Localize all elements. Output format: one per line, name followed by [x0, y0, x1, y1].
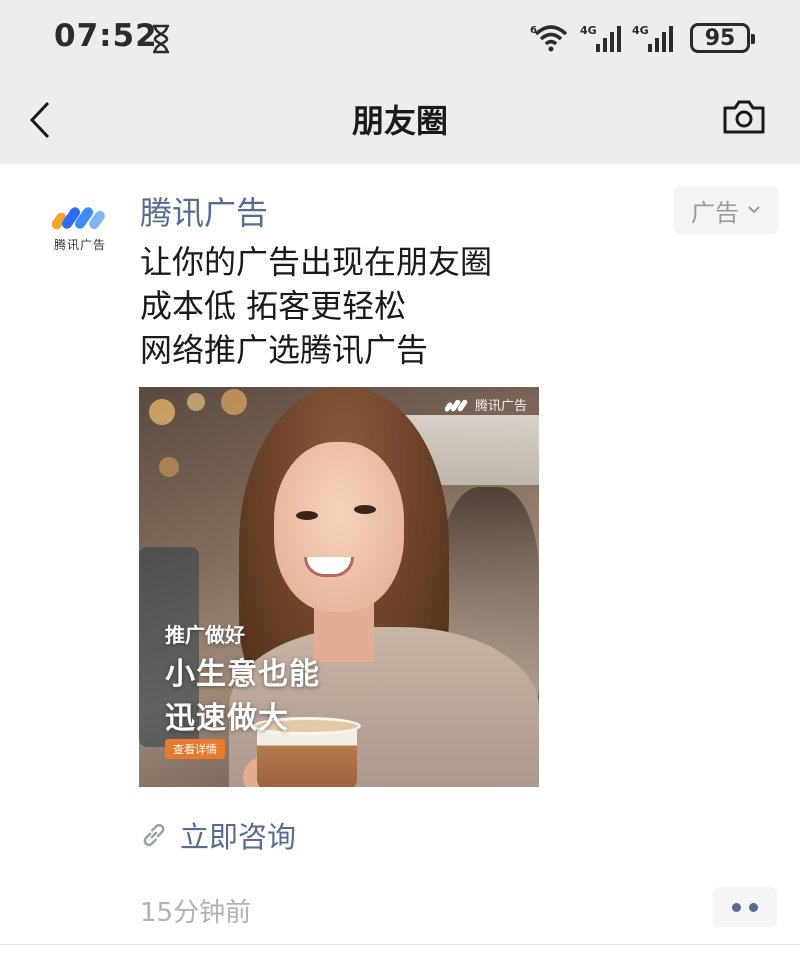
ad-image[interactable]: 腾讯广告 推广做好 小生意也能 迅速做大 查看详情	[139, 387, 539, 787]
post-line: 网络推广选腾讯广告	[140, 331, 429, 369]
wifi-icon: 6	[530, 25, 568, 52]
signal-icon-1: 4G	[580, 24, 621, 52]
consult-link-label: 立即咨询	[180, 820, 297, 854]
woman-face	[274, 442, 404, 612]
link-icon	[143, 823, 165, 847]
network-label-1: 4G	[580, 24, 597, 37]
signal-icon-2: 4G	[632, 24, 673, 52]
consult-link[interactable]: 立即咨询	[140, 814, 296, 856]
bokeh-light	[149, 399, 175, 425]
image-tagline-line2: 迅速做大	[165, 701, 289, 736]
page-title: 朋友圈	[351, 102, 448, 140]
author-name[interactable]: 腾讯广告	[140, 188, 268, 234]
ad-tag-label: 广告	[691, 198, 739, 227]
image-logo: 腾讯广告	[444, 395, 527, 414]
camera-icon[interactable]	[722, 96, 766, 136]
status-time: 07:52	[54, 18, 158, 54]
bokeh-light	[159, 457, 179, 477]
network-label-2: 4G	[632, 24, 649, 37]
dot-icon	[749, 902, 758, 912]
ad-tag-button[interactable]: 广告	[674, 186, 778, 234]
status-icons: 6 4G 4G 95	[530, 20, 755, 56]
woman-eye	[296, 511, 318, 520]
post-text: 让你的广告出现在朋友圈 成本低 拓客更轻松 网络推广选腾讯广告	[140, 240, 492, 372]
wifi-label: 6	[530, 25, 537, 36]
tencent-ads-logo-icon	[444, 399, 468, 412]
image-details-button[interactable]: 查看详情	[165, 739, 225, 759]
post-line: 让你的广告出现在朋友圈	[140, 243, 493, 281]
image-tagline-small: 推广做好	[165, 623, 245, 647]
avatar-text: 腾讯广告	[53, 238, 106, 252]
image-tagline-line1: 小生意也能	[165, 657, 320, 692]
tencent-ads-logo-icon	[52, 207, 105, 230]
chevron-down-icon	[748, 206, 760, 214]
hourglass-icon	[153, 24, 169, 54]
divider	[0, 944, 800, 945]
woman-eye	[354, 505, 376, 514]
image-logo-text: 腾讯广告	[474, 399, 527, 414]
more-actions-button[interactable]	[713, 887, 777, 927]
avatar[interactable]: 腾讯广告	[48, 196, 112, 260]
bokeh-light	[187, 393, 205, 411]
nav-bar: 朋友圈	[0, 78, 800, 164]
battery-level: 95	[704, 25, 736, 51]
post-line: 成本低 拓客更轻松	[140, 287, 407, 325]
status-bar: 07:52 6 4G 4G 95	[0, 0, 800, 78]
post-timestamp: 15分钟前	[140, 898, 252, 928]
battery-icon: 95	[690, 23, 755, 53]
dot-icon	[732, 902, 741, 912]
bokeh-light	[221, 389, 247, 415]
